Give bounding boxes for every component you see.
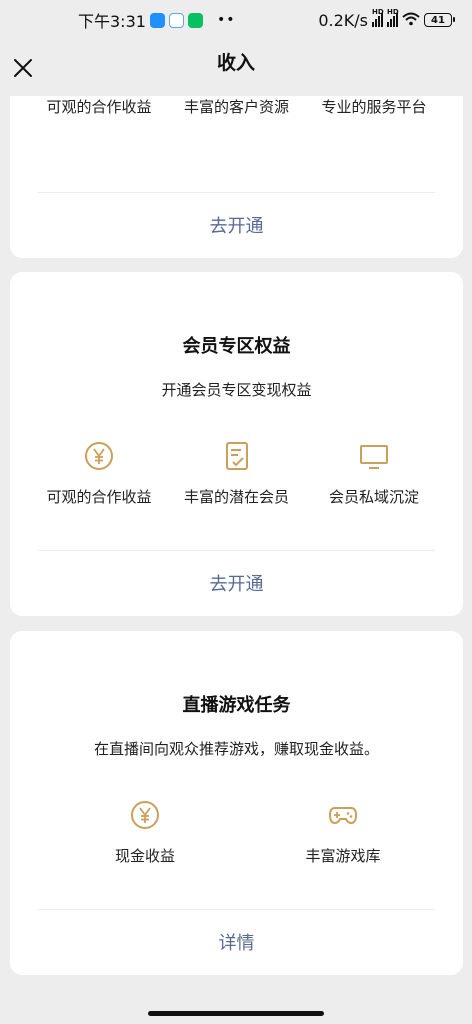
- battery-icon: 41: [424, 13, 455, 27]
- wifi-icon: [402, 11, 420, 30]
- divider: [38, 550, 435, 551]
- nav-bar: 收入: [0, 40, 472, 96]
- status-time: 下午3:31: [78, 12, 146, 31]
- benefit-item: 可观的合作收益: [34, 440, 164, 507]
- content-scroll[interactable]: 可观的合作收益 丰富的客户资源 专业的服务平台 去开通 会员专区权益 开通会员专…: [0, 96, 472, 1008]
- benefit-list: 可观的合作收益 丰富的潜在会员 会员私域沉淀: [10, 440, 463, 507]
- card-partial: 可观的合作收益 丰富的客户资源 专业的服务平台 去开通: [10, 96, 463, 258]
- card-subtitle: 开通会员专区变现权益: [161, 381, 312, 399]
- benefit-item: 丰富的客户资源: [172, 96, 302, 117]
- card-subtitle: 在直播间向观众推荐游戏，赚取现金收益。: [93, 740, 379, 758]
- card-live-game-task: 直播游戏任务 在直播间向观众推荐游戏，赚取现金收益。 现金收益 丰富游戏库 详情: [10, 631, 463, 975]
- card-member-zone: 会员专区权益 开通会员专区变现权益 可观的合作收益 丰富的潜在会员 会员私域沉淀…: [10, 272, 463, 616]
- benefit-item: 丰富的潜在会员: [172, 440, 302, 507]
- yen-circle-icon: [85, 442, 113, 470]
- details-button[interactable]: 详情: [10, 929, 463, 955]
- benefit-item: 专业的服务平台: [309, 96, 439, 117]
- card-title: 直播游戏任务: [182, 695, 291, 716]
- divider: [38, 909, 435, 910]
- yen-circle-icon: [131, 801, 159, 829]
- monitor-icon: [360, 445, 388, 469]
- benefit-item: 现金收益: [85, 799, 205, 866]
- activate-button[interactable]: 去开通: [10, 570, 463, 596]
- benefit-item: 会员私域沉淀: [309, 440, 439, 507]
- more-notifications-icon: ••: [216, 12, 236, 28]
- benefit-item: 丰富游戏库: [283, 799, 403, 866]
- home-indicator[interactable]: [148, 1011, 324, 1016]
- benefit-list: 可观的合作收益 丰富的客户资源 专业的服务平台: [10, 96, 463, 117]
- document-check-icon: [225, 442, 248, 470]
- card-title: 会员专区权益: [182, 336, 291, 357]
- benefit-list: 现金收益 丰富游戏库: [10, 799, 463, 866]
- benefit-item: 可观的合作收益: [34, 96, 164, 117]
- signal-2-icon: HD: [387, 8, 399, 27]
- cloud-app-icon: [149, 12, 165, 28]
- status-bar: 下午3:31 •• 0.2K/s HD HD 41: [0, 0, 472, 40]
- activate-button[interactable]: 去开通: [10, 212, 463, 238]
- battery-level: 41: [431, 14, 445, 26]
- network-speed: 0.2K/s: [318, 10, 368, 30]
- gamepad-icon: [328, 807, 358, 825]
- link-app-icon: [168, 12, 184, 28]
- page-title: 收入: [216, 52, 255, 74]
- divider: [38, 192, 435, 193]
- signal-1-icon: HD: [372, 8, 384, 27]
- wechat-app-icon: [187, 12, 203, 28]
